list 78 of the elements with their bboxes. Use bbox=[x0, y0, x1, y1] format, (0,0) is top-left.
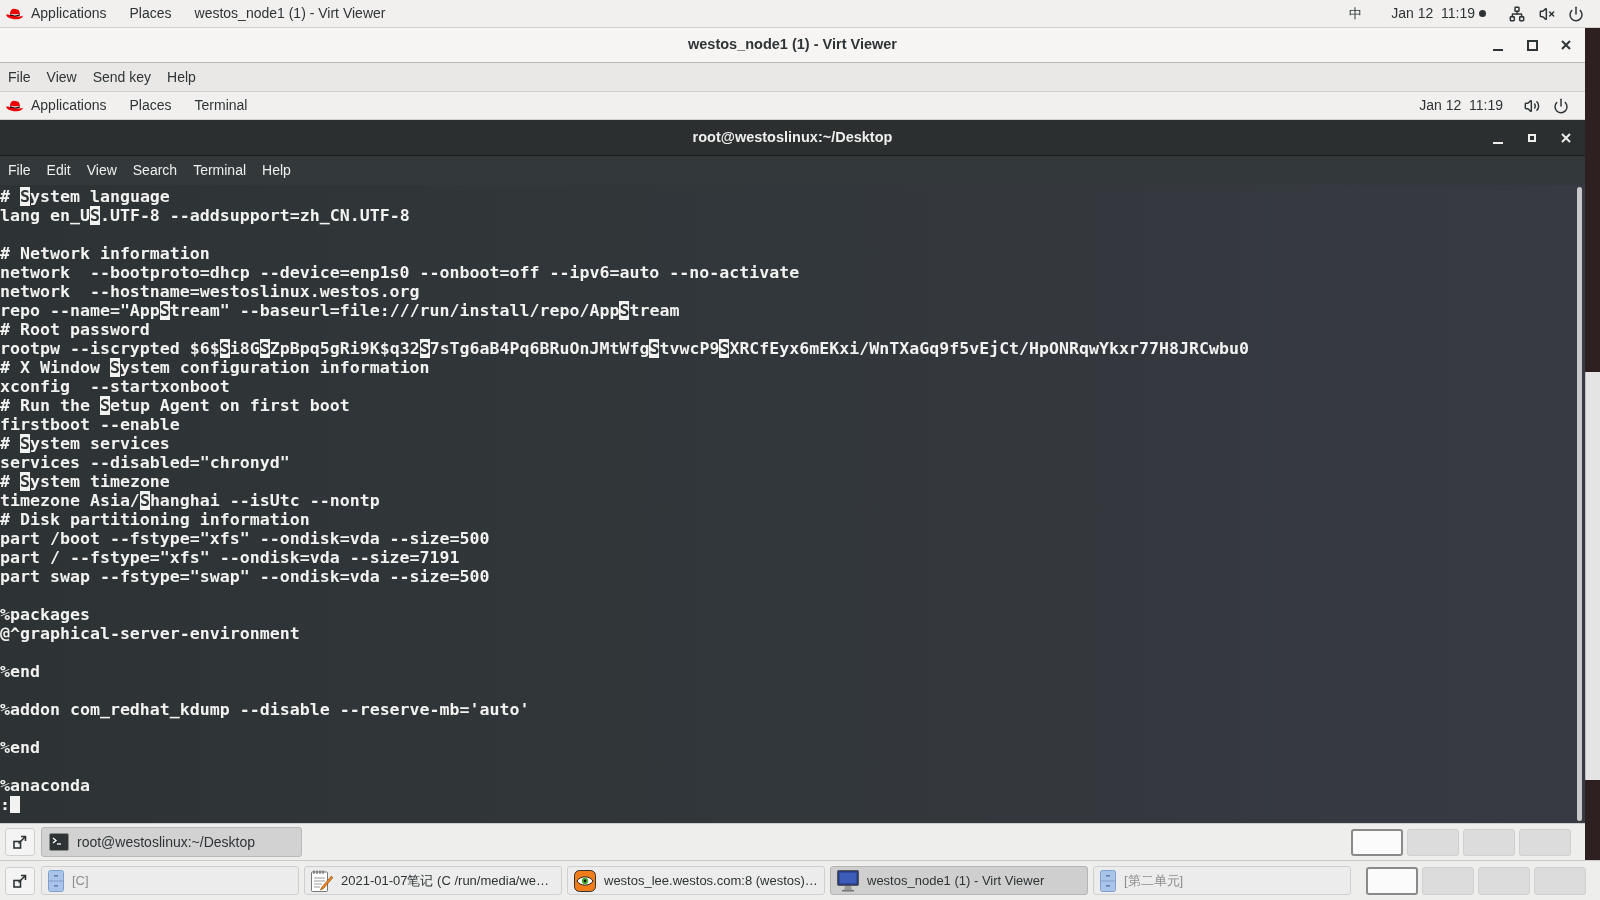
terminal-line: # Network information bbox=[0, 244, 210, 263]
menu-item[interactable]: Edit bbox=[38, 156, 79, 185]
terminal-line: part / --fstype="xfs" --ondisk=vda --size=7191 bbox=[0, 548, 460, 567]
top-bar-menu[interactable]: Terminal bbox=[194, 95, 248, 116]
top-bar-menu[interactable]: Applications bbox=[6, 3, 107, 24]
top-bar-menu[interactable]: westos_node1 (1) - Virt Viewer bbox=[194, 3, 386, 24]
terminal-line: firstboot --enable bbox=[0, 415, 180, 434]
terminal-line: %anaconda bbox=[0, 776, 90, 795]
menu-item[interactable]: Help bbox=[254, 156, 299, 185]
close-icon bbox=[1561, 40, 1571, 50]
maximize-icon bbox=[1528, 133, 1536, 142]
minimize-icon bbox=[1493, 49, 1503, 51]
menu-item[interactable]: File bbox=[0, 156, 39, 185]
show-desktop-button[interactable] bbox=[5, 828, 35, 856]
menu-item[interactable]: View bbox=[38, 63, 85, 91]
taskbar-window-button[interactable]: root@westoslinux:~/Desktop bbox=[41, 827, 302, 857]
clock[interactable]: Jan 12 11:19 bbox=[1419, 95, 1503, 116]
terminal-icon bbox=[49, 833, 69, 851]
window-title: westos_node1 (1) - Virt Viewer bbox=[688, 35, 897, 55]
network-icon[interactable] bbox=[1509, 5, 1525, 22]
terminal-line: rootpw --iscrypted $6$Si8GSZpBpq5gRi9K$q32S7sTg6aB4Pq6BRuOnJMtWfgStvwcP9SXRCfEyx6mEKxi/WnTXaGq9f5vEjCt/HpONRqwYkxr77H8JRCwbu0 bbox=[0, 339, 1249, 358]
terminal-line: %addon com_redhat_kdump --disable --reserve-mb='auto' bbox=[0, 700, 530, 719]
terminal-line: %end bbox=[0, 662, 40, 681]
terminal-line: %packages bbox=[0, 605, 90, 624]
notepad-pencil-icon bbox=[311, 869, 333, 892]
terminal-line: xconfig --startxonboot bbox=[0, 377, 230, 396]
volume-muted-icon[interactable] bbox=[1539, 5, 1555, 22]
terminal-line: part /boot --fstype="xfs" --ondisk=vda --size=500 bbox=[0, 529, 490, 548]
maximize-icon bbox=[1526, 39, 1538, 51]
taskbar-window-button[interactable]: westos_lee.westos.com:8 (westos)… bbox=[567, 866, 825, 895]
hat-icon bbox=[6, 99, 23, 112]
terminal-line: # System services bbox=[0, 434, 170, 453]
terminal-line: network --bootproto=dhcp --device=enp1s0 --onboot=off --ipv6=auto --no-activate bbox=[0, 263, 800, 282]
hat-icon bbox=[6, 7, 23, 20]
workspace-button[interactable] bbox=[1366, 866, 1418, 895]
terminal-title: root@westoslinux:~/Desktop bbox=[692, 127, 893, 147]
menu-item[interactable]: Help bbox=[159, 63, 204, 91]
minimize-icon bbox=[1493, 141, 1503, 144]
taskbar-window-button[interactable]: westos_node1 (1) - Virt Viewer bbox=[830, 866, 1088, 895]
terminal-line: services --disabled="chronyd" bbox=[0, 453, 290, 472]
show-desktop-icon bbox=[13, 873, 27, 888]
clock[interactable]: Jan 12 11:19 bbox=[1391, 3, 1475, 24]
terminal-line: # Run the Setup Agent on first boot bbox=[0, 396, 350, 415]
terminal-line: # System timezone bbox=[0, 472, 170, 491]
terminal-line: # X Window System configuration information bbox=[0, 358, 430, 377]
menu-item[interactable]: Terminal bbox=[185, 156, 255, 185]
input-method-indicator[interactable]: 中 bbox=[1349, 3, 1363, 24]
close-icon bbox=[1561, 132, 1571, 143]
terminal-line: network --hostname=westoslinux.westos.org bbox=[0, 282, 420, 301]
taskbar-window-button[interactable]: 2021-01-07笔记 (C /run/media/we… bbox=[304, 866, 562, 895]
monitor-icon bbox=[837, 869, 859, 892]
terminal-line: # Root password bbox=[0, 320, 150, 339]
terminal-line: # System language bbox=[0, 187, 170, 206]
top-bar-menu[interactable]: Places bbox=[129, 3, 172, 24]
terminal-line: part swap --fstype="swap" --ondisk=vda --size=500 bbox=[0, 567, 490, 586]
command-prompt: : bbox=[0, 795, 10, 814]
menu-item[interactable]: View bbox=[78, 156, 125, 185]
file-cabinet-icon bbox=[48, 869, 64, 892]
power-icon[interactable] bbox=[1553, 97, 1569, 114]
menu-item[interactable]: Search bbox=[124, 156, 186, 185]
volume-icon[interactable] bbox=[1524, 97, 1540, 114]
top-bar-menu[interactable]: Places bbox=[129, 95, 172, 116]
show-desktop-icon bbox=[13, 835, 27, 849]
terminal-line: lang en_US.UTF-8 --addsupport=zh_CN.UTF-8 bbox=[0, 206, 410, 225]
workspace-button[interactable] bbox=[1351, 828, 1403, 856]
top-bar-menu[interactable]: Applications bbox=[6, 95, 107, 116]
terminal-line: timezone Asia/Shanghai --isUtc --nontp bbox=[0, 491, 380, 510]
menu-item[interactable]: Send key bbox=[84, 63, 160, 91]
scrollbar[interactable] bbox=[1577, 187, 1582, 821]
show-desktop-button[interactable] bbox=[5, 866, 35, 895]
power-icon[interactable] bbox=[1568, 5, 1584, 22]
terminal-line: %end bbox=[0, 738, 40, 757]
terminal-line: repo --name="AppStream" --baseurl=file:///run/install/repo/AppStream bbox=[0, 301, 680, 320]
eye-logo-icon bbox=[574, 869, 596, 892]
terminal-line: @^graphical-server-environment bbox=[0, 624, 300, 643]
file-cabinet-icon bbox=[1100, 869, 1116, 892]
terminal-line: # Disk partitioning information bbox=[0, 510, 310, 529]
menu-item[interactable]: File bbox=[0, 63, 39, 91]
